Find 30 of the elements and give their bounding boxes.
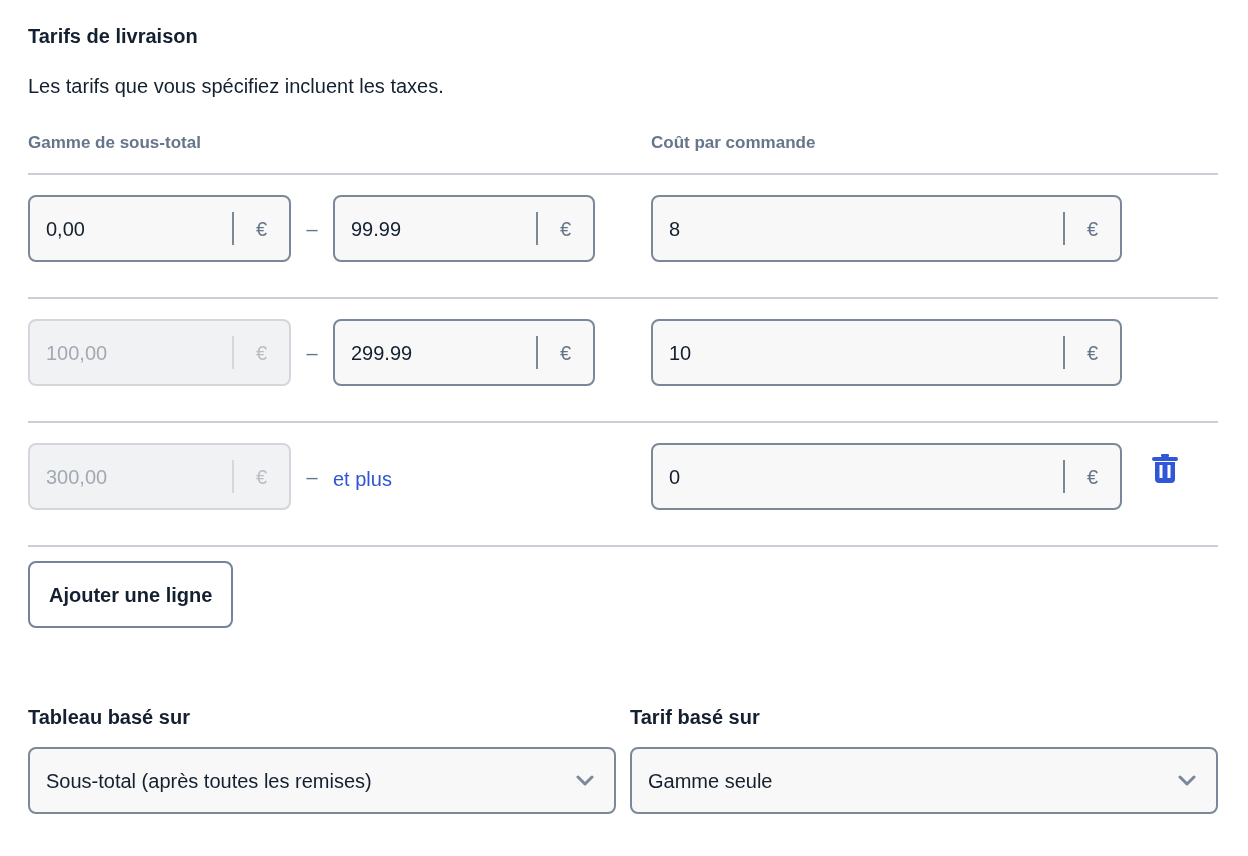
input-field[interactable]: 0 € <box>651 443 1122 510</box>
select-field[interactable]: Sous-total (après toutes les remises) <box>28 747 616 814</box>
input-field[interactable]: 299.99 € <box>333 319 595 386</box>
column-header: Gamme de sous-total <box>28 133 201 152</box>
chevron-down-icon <box>576 775 594 786</box>
open-range-link[interactable]: et plus <box>333 463 392 494</box>
input-field[interactable]: 8 € <box>651 195 1122 262</box>
currency-suffix: € <box>1086 464 1099 490</box>
range-dash: – <box>306 340 318 366</box>
field-label: Tarif basé sur <box>630 705 760 730</box>
input-field[interactable]: 0,00 € <box>28 195 291 262</box>
currency-suffix: € <box>255 340 268 366</box>
input-field[interactable]: 99.99 € <box>333 195 595 262</box>
trash-icon[interactable] <box>1152 454 1178 484</box>
chevron-down-icon <box>1178 775 1196 786</box>
field-label: Tableau basé sur <box>28 705 190 730</box>
currency-suffix: € <box>559 216 572 242</box>
select-field[interactable]: Gamme seule <box>630 747 1218 814</box>
column-header: Coût par commande <box>651 133 816 152</box>
range-dash: – <box>306 216 318 242</box>
section-description: Les tarifs que vous spécifiez incluent les taxes. <box>28 74 444 99</box>
currency-suffix: € <box>559 340 572 366</box>
range-dash: – <box>306 464 318 490</box>
section-title: Tarifs de livraison <box>28 24 198 49</box>
input-field[interactable]: 10 € <box>651 319 1122 386</box>
currency-suffix: € <box>255 464 268 490</box>
add-row-button[interactable]: Ajouter une ligne <box>28 561 234 628</box>
currency-suffix: € <box>255 216 268 242</box>
currency-suffix: € <box>1086 340 1099 366</box>
currency-suffix: € <box>1086 216 1099 242</box>
